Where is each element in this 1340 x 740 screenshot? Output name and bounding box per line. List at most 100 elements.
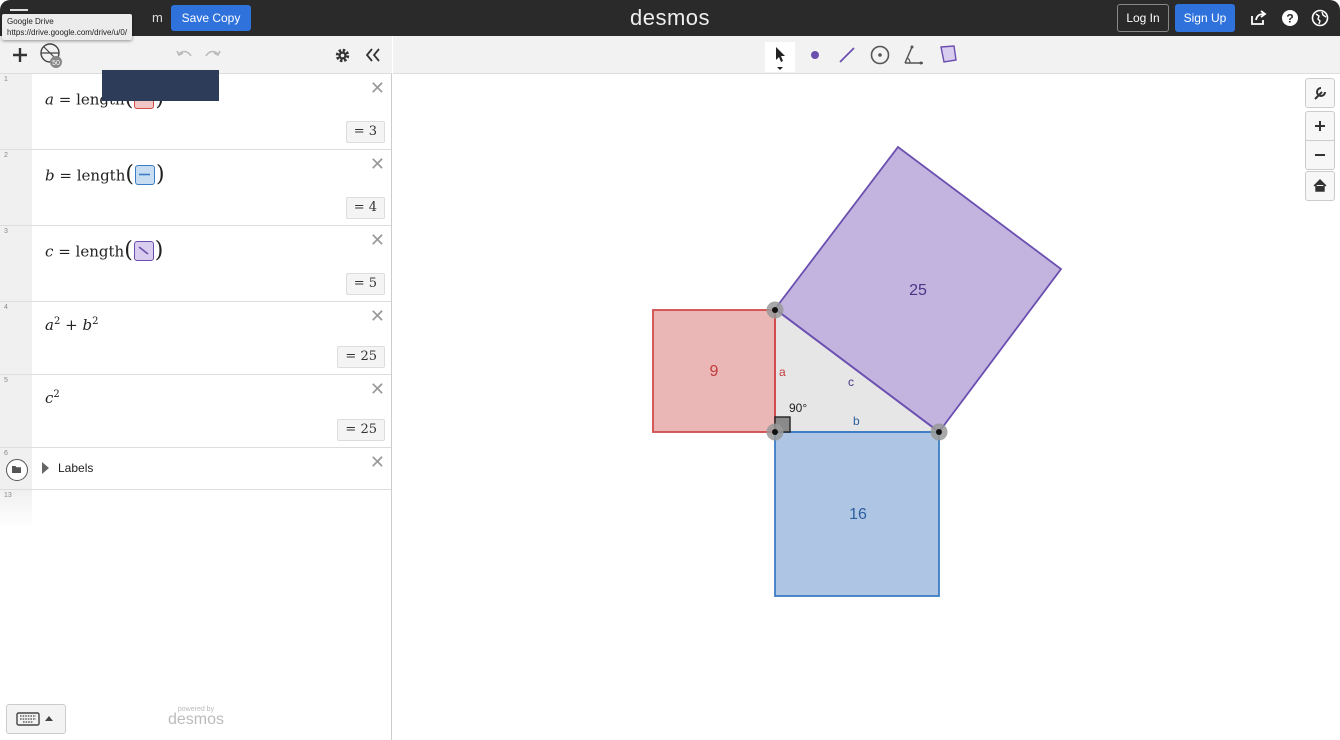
variable: b (45, 166, 55, 185)
share-icon[interactable] (1249, 9, 1267, 27)
folder-icon[interactable] (6, 459, 28, 481)
expression-panel: 50 1 a = length ✕ = 3 2 b = length() ✕ … (0, 36, 392, 740)
delete-icon[interactable]: ✕ (370, 306, 385, 327)
log-in-button[interactable]: Log In (1117, 4, 1169, 32)
keyboard-toggle-button[interactable] (6, 704, 66, 734)
expression-math[interactable]: c = length() (45, 238, 163, 265)
horizontal-segment-icon (138, 173, 150, 175)
save-copy-button[interactable]: Save Copy (171, 5, 251, 31)
square-a-area-label: 9 (710, 363, 719, 380)
minus-icon (1315, 154, 1325, 156)
exponent: 2 (92, 316, 99, 327)
desmos-app: m Google Drive https://drive.google.com/… (0, 0, 1340, 740)
expression-value: = 3 (345, 121, 385, 143)
expression-math[interactable]: a2 + b2 (45, 316, 98, 334)
sign-up-button[interactable]: Sign Up (1175, 4, 1235, 32)
folder-label: Labels (58, 461, 94, 475)
expression-row[interactable]: 4 a2 + b2 ✕ = 25 (0, 302, 391, 375)
redo-icon[interactable] (204, 48, 222, 62)
top-header: m Google Drive https://drive.google.com/… (0, 0, 1340, 40)
function-name: length (76, 166, 126, 185)
powered-by-logo: desmos (167, 711, 225, 728)
segment-tool-icon[interactable] (837, 45, 857, 65)
plus-icon (1315, 121, 1325, 131)
expression-row[interactable]: 3 c = length() ✕ = 5 (0, 226, 391, 302)
expression-math[interactable]: c2 (45, 389, 60, 407)
row-gutter: 13 (0, 490, 32, 528)
square-b-area-label: 16 (849, 506, 867, 523)
variable: b (82, 316, 93, 334)
exponent: 2 (53, 316, 61, 327)
expression-value: = 25 (337, 419, 385, 441)
collapse-panel-icon[interactable] (364, 47, 382, 63)
shape-badge: 50 (52, 60, 60, 67)
row-gutter: 4 (0, 302, 32, 374)
equals: = (59, 166, 72, 185)
expression-value: = 5 (345, 273, 385, 295)
polygon-tool-icon[interactable] (937, 43, 959, 65)
row-number: 2 (4, 152, 8, 159)
help-icon[interactable]: ? (1281, 9, 1299, 27)
square-c-area-label: 25 (909, 282, 927, 299)
angle-tool-icon[interactable] (902, 44, 926, 66)
delete-icon[interactable]: ✕ (370, 452, 385, 473)
svg-text:?: ? (1286, 12, 1293, 26)
undo-icon[interactable] (175, 48, 193, 62)
powered-by-desmos[interactable]: powered by desmos (165, 706, 227, 729)
keyboard-icon (16, 712, 53, 726)
row-gutter: 5 (0, 375, 32, 447)
home-icon (1313, 179, 1327, 192)
graph-canvas[interactable]: 9 16 25 a b c 90° (393, 74, 1340, 740)
row-number: 6 (4, 450, 8, 457)
link-tooltip: Google Drive https://drive.google.com/dr… (2, 14, 133, 40)
expression-row[interactable]: 5 c2 ✕ = 25 (0, 375, 391, 448)
side-b-label: b (853, 414, 860, 428)
delete-icon[interactable]: ✕ (370, 230, 385, 251)
vertex-corner[interactable] (772, 429, 778, 435)
row-number: 13 (4, 492, 12, 499)
plus-sign: + (65, 316, 78, 334)
vertex-right[interactable] (936, 429, 942, 435)
row-gutter: 3 (0, 226, 32, 301)
vertex-top[interactable] (772, 307, 778, 313)
expand-triangle-icon[interactable] (42, 462, 49, 474)
pointer-tool-icon[interactable] (765, 42, 795, 72)
expression-row[interactable]: 2 b = length() ✕ = 4 (0, 150, 391, 226)
redacted-region (102, 70, 219, 101)
row-gutter: 1 (0, 74, 32, 149)
side-c-label: c (848, 375, 854, 389)
folder-row[interactable]: 6 Labels ✕ (0, 448, 391, 490)
row-number: 1 (4, 76, 8, 83)
segment-c-swatch[interactable] (133, 240, 154, 261)
variable: a (45, 316, 54, 334)
expression-math[interactable]: b = length() (45, 162, 165, 189)
angle-label: 90° (789, 401, 807, 415)
geometry-shape-icon[interactable]: 50 (38, 42, 66, 70)
delete-icon[interactable]: ✕ (370, 78, 385, 99)
zoom-out-button[interactable] (1305, 140, 1335, 170)
equals: = (58, 90, 72, 109)
wrench-icon (1314, 87, 1326, 100)
segment-b-swatch[interactable] (134, 164, 155, 185)
new-expression-row[interactable]: 13 (0, 490, 391, 528)
settings-gear-icon[interactable] (334, 47, 351, 64)
row-gutter: 2 (0, 150, 32, 225)
graph-title-partial[interactable]: m (152, 10, 163, 25)
delete-icon[interactable]: ✕ (370, 154, 385, 175)
expression-value: = 25 (337, 346, 385, 368)
tooltip-title: Google Drive (7, 17, 54, 26)
graph-settings-button[interactable] (1305, 78, 1335, 108)
point-tool-icon[interactable] (805, 47, 825, 63)
row-number: 4 (4, 304, 8, 311)
delete-icon[interactable]: ✕ (370, 379, 385, 400)
exponent: 2 (53, 389, 60, 400)
variable: a (45, 90, 54, 109)
add-item-icon[interactable] (12, 47, 28, 63)
geometry-drawing: 9 16 25 a b c 90° (652, 145, 1063, 597)
geometry-toolbar (393, 36, 1340, 74)
default-view-button[interactable] (1305, 171, 1335, 201)
diagonal-segment-icon (138, 245, 149, 255)
circle-tool-icon[interactable] (869, 44, 891, 66)
globe-icon[interactable] (1311, 9, 1329, 27)
zoom-in-button[interactable] (1305, 111, 1335, 141)
